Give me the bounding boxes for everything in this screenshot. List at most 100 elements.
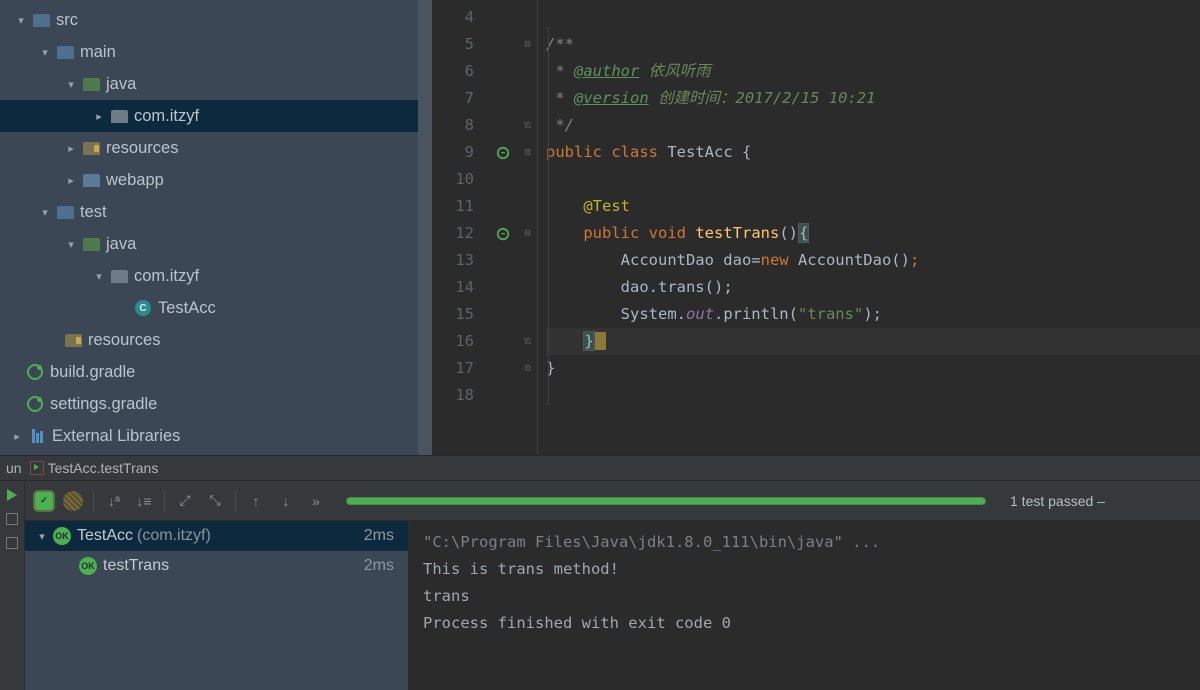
folder-icon	[83, 78, 100, 91]
console-line: "C:\Program Files\Java\jdk1.8.0_111\bin\…	[423, 529, 1186, 556]
tree-label: settings.gradle	[50, 395, 157, 414]
line-number-gutter: 456789101112131415161718	[432, 0, 488, 455]
test-run-tab[interactable]: TestAcc.testTrans	[30, 460, 159, 476]
tree-label: webapp	[106, 171, 164, 190]
chevron-down-icon[interactable]	[35, 530, 49, 543]
test-results-tree[interactable]: OK TestAcc (com.itzyf) 2ms OK testTrans …	[25, 521, 409, 690]
test-duration: 2ms	[364, 527, 394, 545]
tree-label: test	[80, 203, 107, 222]
console-output[interactable]: "C:\Program Files\Java\jdk1.8.0_111\bin\…	[409, 521, 1200, 690]
package-icon	[111, 270, 128, 283]
code-editor[interactable]: 456789101112131415161718 ⊟⊡⊟⊟⊡⊡ /** * @a…	[432, 0, 1200, 455]
tree-label: java	[106, 75, 136, 94]
tree-label: java	[106, 235, 136, 254]
test-class-node[interactable]: OK TestAcc (com.itzyf) 2ms	[25, 521, 408, 551]
chevron-down-icon[interactable]	[64, 238, 78, 251]
tree-settings-gradle[interactable]: settings.gradle	[0, 388, 432, 420]
tree-java-main[interactable]: java	[0, 68, 432, 100]
tree-package-main[interactable]: com.itzyf	[0, 100, 432, 132]
tree-label: main	[80, 43, 116, 62]
code-content[interactable]: /** * @author 依风听雨 * @version 创建时间：2017/…	[538, 0, 1200, 409]
folder-icon	[57, 46, 74, 59]
run-test-class-icon[interactable]	[488, 139, 518, 166]
tree-label: com.itzyf	[134, 267, 199, 286]
folder-icon	[57, 206, 74, 219]
collapse-all-icon[interactable]: ⤡	[205, 491, 225, 511]
chevron-down-icon[interactable]	[38, 46, 52, 59]
tool-window-tabs[interactable]: un TestAcc.testTrans	[0, 455, 1200, 481]
gradle-icon	[27, 364, 43, 380]
resources-icon	[65, 334, 82, 347]
gradle-icon	[27, 396, 43, 412]
toggle-button[interactable]	[6, 513, 18, 525]
run-side-toolbar[interactable]	[0, 481, 25, 690]
separator	[164, 490, 165, 512]
next-test-icon[interactable]: ↓	[276, 491, 296, 511]
tree-webapp[interactable]: webapp	[0, 164, 432, 196]
more-icon[interactable]: »	[306, 491, 326, 511]
project-tree-scrollbar[interactable]	[418, 0, 432, 455]
folder-icon	[83, 174, 100, 187]
tree-resources-test[interactable]: resources	[0, 324, 432, 356]
run-config-icon	[30, 461, 44, 475]
tree-resources-main[interactable]: resources	[0, 132, 432, 164]
test-package-label: (com.itzyf)	[137, 527, 211, 545]
run-test-method-icon[interactable]	[488, 220, 518, 247]
test-toolbar[interactable]: ✓ ↓ª ↓≡ ⤢ ⤡ ↑ ↓ » 1 test passed –	[25, 481, 1200, 521]
tree-label: resources	[106, 139, 178, 158]
chevron-down-icon[interactable]	[92, 270, 106, 283]
class-icon: C	[135, 300, 151, 316]
tree-label: External Libraries	[52, 427, 180, 446]
chevron-right-icon[interactable]	[92, 110, 106, 123]
library-icon	[32, 429, 43, 443]
run-tab[interactable]: un	[6, 460, 22, 476]
tree-testacc-file[interactable]: C TestAcc	[0, 292, 432, 324]
console-line: This is trans method!	[423, 556, 1186, 583]
chevron-down-icon[interactable]	[64, 78, 78, 91]
prev-test-icon[interactable]: ↑	[246, 491, 266, 511]
chevron-down-icon[interactable]	[14, 14, 28, 27]
project-tree[interactable]: src main java com.itzyf resources webapp…	[0, 0, 432, 452]
project-tree-sidebar[interactable]: src main java com.itzyf resources webapp…	[0, 0, 432, 455]
toggle-button[interactable]	[6, 537, 18, 549]
folder-icon	[33, 14, 50, 27]
test-ok-icon: OK	[53, 527, 71, 545]
sort-duration-icon[interactable]: ↓≡	[134, 491, 154, 511]
chevron-right-icon[interactable]	[64, 142, 78, 155]
tree-test[interactable]: test	[0, 196, 432, 228]
chevron-down-icon[interactable]	[38, 206, 52, 219]
expand-all-icon[interactable]: ⤢	[175, 491, 195, 511]
tree-java-test[interactable]: java	[0, 228, 432, 260]
separator	[93, 490, 94, 512]
test-ok-icon: OK	[79, 557, 97, 575]
tree-label: resources	[88, 331, 160, 350]
tree-label: com.itzyf	[134, 107, 199, 126]
fold-gutter[interactable]: ⊟⊡⊟⊟⊡⊡	[518, 0, 538, 455]
rerun-button[interactable]	[7, 489, 17, 501]
show-passed-icon[interactable]: ✓	[35, 492, 53, 510]
tree-external-libraries[interactable]: External Libraries	[0, 420, 432, 452]
resources-icon	[83, 142, 100, 155]
test-duration: 2ms	[364, 557, 394, 575]
console-line: trans	[423, 583, 1186, 610]
test-method-label: testTrans	[103, 557, 169, 575]
tree-src[interactable]: src	[0, 4, 432, 36]
test-method-node[interactable]: OK testTrans 2ms	[25, 551, 408, 581]
tree-package-test[interactable]: com.itzyf	[0, 260, 432, 292]
chevron-right-icon[interactable]	[64, 174, 78, 187]
sort-alphabetical-icon[interactable]: ↓ª	[104, 491, 124, 511]
test-result-summary: 1 test passed –	[1010, 493, 1111, 509]
chevron-right-icon[interactable]	[10, 430, 24, 443]
tree-build-gradle[interactable]: build.gradle	[0, 356, 432, 388]
tree-label: src	[56, 11, 78, 30]
show-ignored-icon[interactable]	[63, 491, 83, 511]
run-tool-window: ✓ ↓ª ↓≡ ⤢ ⤡ ↑ ↓ » 1 test passed – OK Tes…	[0, 481, 1200, 690]
tree-main[interactable]: main	[0, 36, 432, 68]
package-icon	[111, 110, 128, 123]
console-line: Process finished with exit code 0	[423, 610, 1186, 637]
tree-label: TestAcc	[158, 299, 216, 318]
folder-icon	[83, 238, 100, 251]
gutter-markers[interactable]	[488, 0, 518, 455]
test-class-label: TestAcc	[77, 527, 133, 545]
test-progress-bar	[346, 497, 986, 505]
